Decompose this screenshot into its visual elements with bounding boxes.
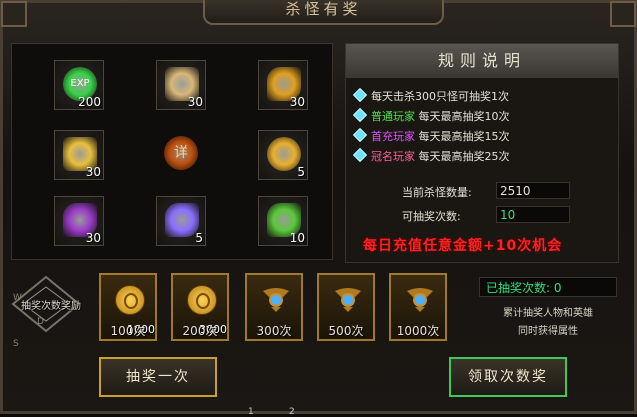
award-threshold: 1000次 [396, 324, 440, 338]
drawn-count-label: 已抽奖次数: [486, 281, 551, 295]
frame-corner [1, 1, 27, 27]
frame-corner [610, 1, 636, 27]
wing-emblem-icon [407, 288, 433, 312]
reward-slot[interactable]: 30 [54, 130, 104, 180]
wing-emblem-icon [335, 288, 361, 312]
side-letter-d: D [37, 317, 44, 327]
reward-slot[interactable]: 5 [156, 196, 206, 246]
drawn-note: 累计抽奖人物和英雄 同时获得属性 [479, 305, 617, 341]
player-tier: 普通玩家 [371, 110, 415, 123]
page-number[interactable]: 2 [289, 407, 295, 417]
page-number[interactable]: 1 [248, 407, 254, 417]
reward-slot[interactable]: EXP 200 [54, 60, 104, 110]
diamond-bullet-icon [352, 147, 368, 163]
reward-slot[interactable]: 30 [54, 196, 104, 246]
award-box[interactable]: 1000次 [389, 273, 447, 341]
award-threshold: 200次 [182, 324, 218, 338]
reward-count: 30 [85, 165, 101, 179]
rules-title: 规则说明 [346, 44, 618, 78]
xiang-orb-icon: 详 [164, 136, 198, 170]
reward-count: 30 [85, 231, 101, 245]
gold-coin-icon [115, 285, 145, 315]
draw-chances-label: 可抽奖次数: [402, 210, 461, 223]
diamond-bullet-icon [352, 107, 368, 123]
award-threshold: 100次 [110, 324, 146, 338]
diamond-bullet-icon [352, 127, 368, 143]
rules-panel: 规则说明 每天击杀300只怪可抽奖1次 普通玩家 每天最高抽奖10次 首充玩家 每天… [345, 43, 619, 263]
kill-count-value: 2510 [496, 182, 570, 199]
reward-slot[interactable]: 30 [258, 60, 308, 110]
award-threshold: 500次 [328, 324, 364, 338]
drawn-count-value: 0 [553, 281, 562, 295]
draw-once-button[interactable]: 抽奖一次 [99, 357, 217, 397]
draw-chances-value: 10 [496, 206, 570, 223]
rule-line: 首充玩家 每天最高抽奖15次 [352, 127, 510, 144]
player-tier: 首充玩家 [371, 130, 415, 143]
rule-line: 冠名玩家 每天最高抽奖25次 [352, 147, 510, 164]
player-tier: 冠名玩家 [371, 150, 415, 163]
rule-text: 每天击杀300只怪可抽奖1次 [371, 90, 509, 103]
reward-count: 30 [187, 95, 203, 109]
award-threshold: 300次 [256, 324, 292, 338]
diamond-bullet-icon [352, 87, 368, 103]
rule-text: 每天最高抽奖15次 [415, 130, 510, 143]
rule-line: 每天击杀300只怪可抽奖1次 [352, 87, 509, 104]
reward-count: 10 [289, 231, 305, 245]
rule-text: 每天最高抽奖25次 [415, 150, 510, 163]
rule-text: 每天最高抽奖10次 [415, 110, 510, 123]
reward-slot[interactable]: 5 [258, 130, 308, 180]
promo-text: 每日充值任意金额+10次机会 [363, 238, 563, 254]
award-title: 抽奖次数奖励 [21, 301, 81, 312]
wing-emblem-icon [263, 288, 289, 312]
side-letter-s: S [13, 339, 19, 349]
violet-crystal-icon [165, 203, 199, 237]
drawn-note-line: 同时获得属性 [518, 326, 578, 337]
drawn-note-line: 累计抽奖人物和英雄 [503, 308, 593, 319]
reward-count: 5 [195, 231, 203, 245]
reward-slot[interactable]: 30 [156, 60, 206, 110]
award-box[interactable]: 500次 [317, 273, 375, 341]
draw-count-award-label: 抽奖次数奖励 [11, 275, 89, 341]
rule-line: 普通玩家 每天最高抽奖10次 [352, 107, 510, 124]
side-letter-w: W [13, 293, 22, 303]
award-box[interactable]: 300次 [245, 273, 303, 341]
event-window: 杀怪有奖 EXP 200 30 30 30 详 5 30 5 10 规则说明 每天击杀300只怪可… [0, 0, 637, 417]
window-title: 杀怪有奖 [203, 0, 444, 25]
drawn-count-box: 已抽奖次数: 0 [479, 277, 617, 297]
award-box[interactable]: 3000 200次 [171, 273, 229, 341]
reward-slot[interactable]: 详 [156, 130, 206, 180]
gold-coin-icon [187, 285, 217, 315]
award-box[interactable]: 1000 100次 [99, 273, 157, 341]
reward-grid: EXP 200 30 30 30 详 5 30 5 10 [11, 43, 333, 260]
claim-reward-button[interactable]: 领取次数奖 [449, 357, 567, 397]
gold-coin-icon [267, 137, 301, 171]
kill-count-label: 当前杀怪数量: [402, 186, 472, 199]
reward-count: 5 [297, 165, 305, 179]
reward-count: 30 [289, 95, 305, 109]
reward-slot[interactable]: 10 [258, 196, 308, 246]
reward-count: 200 [78, 95, 101, 109]
